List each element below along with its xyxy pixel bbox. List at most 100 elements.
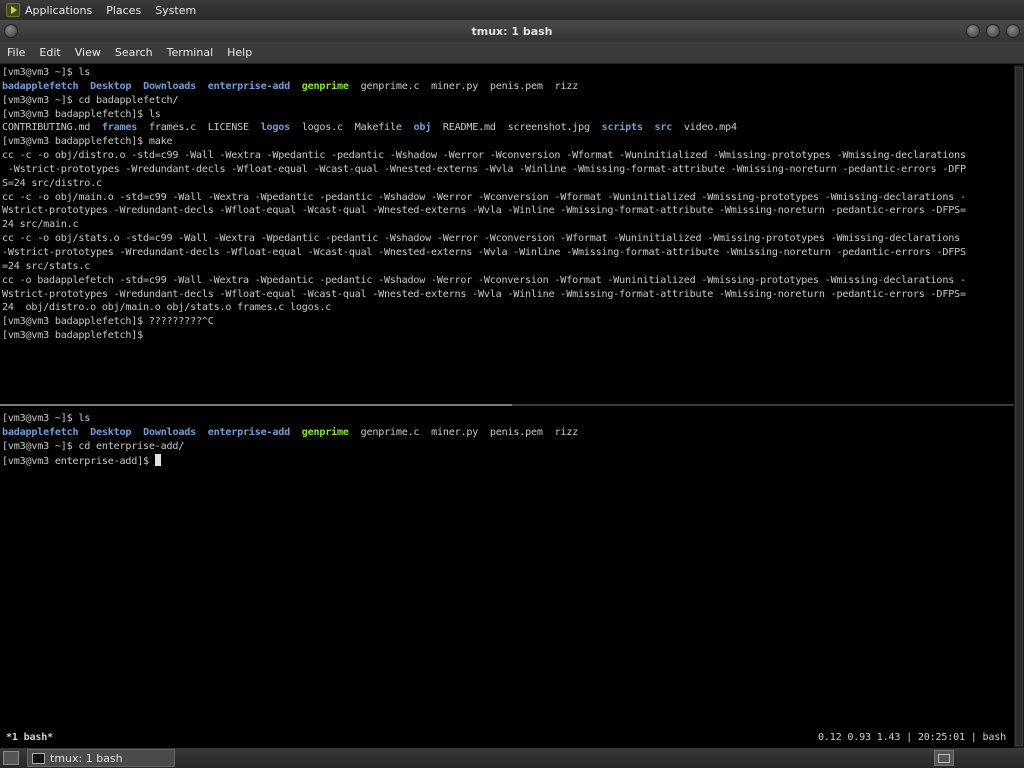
- maximize-button[interactable]: [986, 24, 1000, 38]
- directory-entry: Desktop: [90, 80, 132, 92]
- terminal-line: S=24 src/distro.c: [2, 177, 1014, 191]
- close-button[interactable]: [1006, 24, 1020, 38]
- terminal-line: 24 obj/distro.o obj/main.o obj/stats.o f…: [2, 301, 1014, 315]
- terminal-text: miner.py: [431, 80, 479, 92]
- terminal-line: [vm3@vm3 enterprise-add]$: [2, 453, 1014, 468]
- terminal-text: [vm3@vm3 badapplefetch]$ make: [2, 136, 173, 148]
- terminal-area[interactable]: [vm3@vm3 ~]$ ls badapplefetch Desktop Dow…: [0, 65, 1014, 748]
- terminal-line: [vm3@vm3 ~]$ ls: [2, 412, 1014, 426]
- terminal-text: [vm3@vm3 ~]$ ls: [2, 413, 91, 424]
- places-menu[interactable]: Places: [106, 4, 141, 17]
- terminal-line: [vm3@vm3 badapplefetch]$ ?????????^C: [2, 315, 1014, 329]
- directory-entry: Downloads: [143, 80, 196, 92]
- terminal-text: [vm3@vm3 badapplefetch]$ ls: [2, 108, 161, 120]
- terminal-text: cc -o badapplefetch -std=c99 -Wall -Wext…: [2, 274, 966, 286]
- tmux-status-right: 0.12 0.93 1.43 | 20:25:01 | bash: [817, 732, 1006, 743]
- menu-edit[interactable]: Edit: [32, 46, 67, 59]
- terminal-line: -Wstrict-prototypes -Wredundant-decls -W…: [2, 163, 1014, 177]
- terminal-line: 24 src/main.c: [2, 218, 1014, 232]
- window-menu-button[interactable]: [4, 24, 18, 38]
- terminal-line: Wstrict-prototypes -Wredundant-decls -Wf…: [2, 204, 1014, 218]
- terminal-line: badapplefetch Desktop Downloads enterpri…: [2, 426, 1014, 440]
- terminal-text: [vm3@vm3 ~]$ ls: [2, 67, 91, 78]
- terminal-line: =24 src/stats.c: [2, 260, 1014, 274]
- terminal-scrollbar[interactable]: [1014, 65, 1024, 748]
- directory-entry: Desktop: [90, 426, 132, 438]
- terminal-text: 24 obj/distro.o obj/main.o obj/stats.o f…: [2, 302, 332, 314]
- pane-divider-active: [0, 404, 512, 406]
- terminal-text: -Wstrict-prototypes -Wredundant-decls -W…: [2, 163, 966, 175]
- terminal-line: cc -c -o obj/main.o -std=c99 -Wall -Wext…: [2, 191, 1014, 205]
- terminal-line: [vm3@vm3 ~]$ cd enterprise-add/: [2, 440, 1014, 454]
- menu-help[interactable]: Help: [220, 46, 259, 59]
- terminal-text: [vm3@vm3 ~]$ cd badapplefetch/: [2, 94, 179, 106]
- bottom-taskbar: tmux: 1 bash: [0, 748, 1024, 768]
- terminal-text: Wstrict-prototypes -Wredundant-decls -Wf…: [2, 288, 966, 300]
- directory-entry: Downloads: [143, 426, 196, 438]
- applications-menu[interactable]: Applications: [25, 4, 92, 17]
- show-desktop-icon[interactable]: [3, 751, 19, 765]
- tmux-window-label[interactable]: *1 bash*: [6, 731, 53, 745]
- tmux-status-bar: *1 bash* 0.12 0.93 1.43 | 20:25:01 | bas…: [0, 731, 1014, 745]
- scrollbar-thumb[interactable]: [1015, 67, 1023, 746]
- menu-search[interactable]: Search: [108, 46, 160, 59]
- terminal-text: rizz: [554, 426, 579, 438]
- window-titlebar[interactable]: tmux: 1 bash: [0, 20, 1024, 42]
- terminal-text: cc -c -o obj/main.o -std=c99 -Wall -Wext…: [2, 191, 966, 203]
- terminal-line: CONTRIBUTING.md frames frames.c LICENSE …: [2, 121, 1014, 135]
- terminal-icon: [32, 752, 45, 764]
- terminal-text: logos.c: [301, 122, 343, 134]
- directory-entry: enterprise-add: [207, 80, 291, 92]
- terminal-line: [vm3@vm3 ~]$ ls: [2, 66, 1014, 80]
- terminal-line: [vm3@vm3 badapplefetch]$: [2, 329, 1014, 343]
- terminal-text: genprime.c: [360, 80, 420, 92]
- menu-file[interactable]: File: [0, 46, 32, 59]
- directory-entry: scripts: [601, 122, 643, 134]
- tmux-pane-top[interactable]: [vm3@vm3 ~]$ ls badapplefetch Desktop Dow…: [2, 66, 1014, 404]
- terminal-text: penis.pem: [489, 426, 543, 438]
- gnome-foot-icon[interactable]: [6, 3, 20, 17]
- terminal-text: cc -c -o obj/distro.o -std=c99 -Wall -We…: [2, 150, 966, 162]
- terminal-text: [vm3@vm3 enterprise-add]$: [2, 455, 155, 467]
- terminal-text: genprime.c: [360, 426, 420, 438]
- menu-view[interactable]: View: [68, 46, 108, 59]
- terminal-text: =24 src/stats.c: [2, 260, 91, 272]
- taskbar-window-button[interactable]: tmux: 1 bash: [27, 749, 175, 767]
- menu-terminal[interactable]: Terminal: [160, 46, 221, 59]
- directory-entry: obj: [413, 122, 432, 134]
- tmux-pane-bottom[interactable]: [vm3@vm3 ~]$ ls badapplefetch Desktop Dow…: [2, 412, 1014, 732]
- terminal-text: -Wstrict-prototypes -Wredundant-decls -W…: [2, 246, 966, 258]
- menubar: File Edit View Search Terminal Help: [0, 42, 1024, 64]
- directory-entry: logos: [260, 122, 291, 134]
- terminal-text: LICENSE: [207, 122, 249, 134]
- directory-entry: enterprise-add: [207, 426, 291, 438]
- terminal-line: [vm3@vm3 badapplefetch]$ ls: [2, 108, 1014, 122]
- system-menu[interactable]: System: [155, 4, 196, 17]
- workspace-switcher[interactable]: [934, 750, 954, 766]
- minimize-button[interactable]: [966, 24, 980, 38]
- terminal-cursor: [154, 453, 161, 466]
- terminal-text: [vm3@vm3 badapplefetch]$: [2, 330, 144, 342]
